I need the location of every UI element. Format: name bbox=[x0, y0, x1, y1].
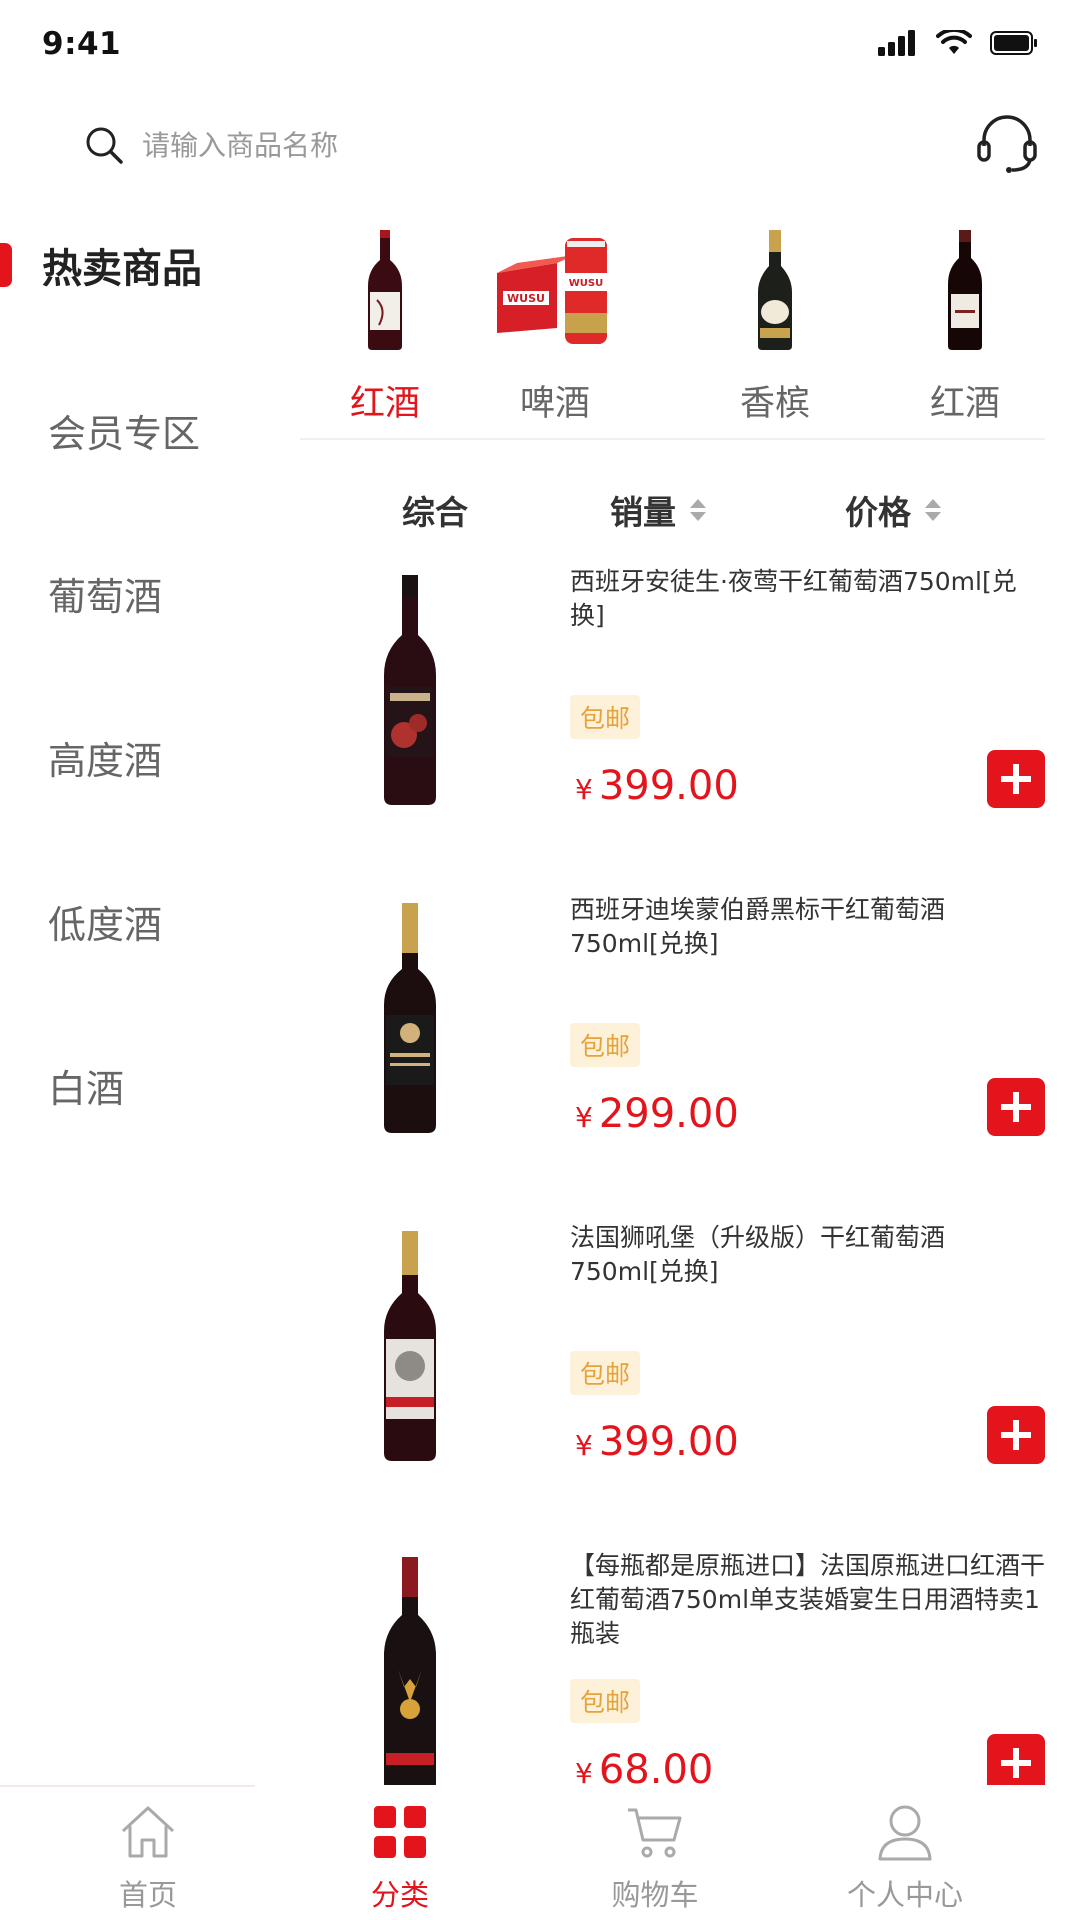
product-title: 法国狮吼堡（升级版）干红葡萄酒750ml[兑换] bbox=[570, 1223, 946, 1286]
category-sidebar: 热卖商品 会员专区 葡萄酒 高度酒 低度酒 白酒 bbox=[0, 200, 255, 1780]
plus-icon bbox=[1001, 764, 1031, 794]
beer-pack-icon: WUSU WUSU bbox=[470, 220, 640, 360]
subcategory-champagne[interactable]: 香槟 bbox=[690, 210, 860, 440]
sidebar-item-hot[interactable]: 热卖商品 bbox=[0, 200, 255, 330]
sort-arrows-icon bbox=[925, 499, 941, 521]
product-title: 西班牙迪埃蒙伯爵黑标干红葡萄酒750ml[兑换] bbox=[570, 895, 946, 958]
status-time: 9:41 bbox=[42, 26, 122, 62]
search-icon bbox=[86, 127, 123, 164]
subcategory-red-wine-2[interactable]: 红酒 bbox=[880, 210, 1050, 440]
customer-service-icon[interactable] bbox=[976, 112, 1038, 174]
svg-text:WUSU: WUSU bbox=[569, 278, 603, 289]
active-indicator bbox=[0, 243, 12, 287]
sidebar-item-label: 会员专区 bbox=[48, 411, 201, 456]
add-to-cart-button[interactable] bbox=[987, 1078, 1045, 1136]
plus-icon bbox=[1001, 1092, 1031, 1122]
sidebar-item-member[interactable]: 会员专区 bbox=[0, 365, 255, 495]
product-image bbox=[320, 1549, 500, 1785]
product-title: 西班牙安徒生·夜莺干红葡萄酒750ml[兑换] bbox=[570, 567, 1017, 630]
plus-icon bbox=[1001, 1748, 1031, 1778]
sidebar-item-high-proof[interactable]: 高度酒 bbox=[0, 692, 255, 822]
sort-general-button[interactable]: 综合 bbox=[402, 480, 468, 540]
subcategory-label: 啤酒 bbox=[519, 384, 590, 424]
product-image bbox=[320, 893, 500, 1143]
free-shipping-badge: 包邮 bbox=[570, 1023, 641, 1067]
sidebar-item-label: 热卖商品 bbox=[42, 246, 202, 292]
sidebar-item-label: 高度酒 bbox=[48, 738, 163, 783]
price-value: 399.00 bbox=[598, 1419, 739, 1465]
subcategory-beer[interactable]: WUSU WUSU 啤酒 bbox=[470, 210, 640, 440]
home-icon bbox=[58, 1800, 238, 1864]
tab-label: 首页 bbox=[118, 1878, 177, 1912]
user-icon bbox=[815, 1800, 995, 1864]
sidebar-item-label: 白酒 bbox=[48, 1066, 125, 1111]
search-bar[interactable] bbox=[84, 115, 584, 175]
tab-profile[interactable]: 个人中心 bbox=[815, 1790, 995, 1920]
price-value: 399.00 bbox=[598, 763, 739, 809]
sidebar-item-baijiu[interactable]: 白酒 bbox=[0, 1020, 255, 1150]
product-card[interactable]: 西班牙迪埃蒙伯爵黑标干红葡萄酒750ml[兑换] 包邮 ¥299.00 bbox=[300, 893, 1045, 1203]
sidebar-item-label: 低度酒 bbox=[48, 902, 163, 947]
add-to-cart-button[interactable] bbox=[987, 1406, 1045, 1464]
product-price: ¥399.00 bbox=[575, 763, 739, 809]
champagne-bottle-icon bbox=[690, 220, 860, 360]
sidebar-item-label: 葡萄酒 bbox=[48, 574, 163, 619]
sort-bar: 综合 销量 价格 bbox=[300, 480, 1045, 540]
product-list: 西班牙安徒生·夜莺干红葡萄酒750ml[兑换] 包邮 ¥399.00 西班牙迪埃… bbox=[300, 565, 1045, 1785]
cart-icon bbox=[565, 1800, 745, 1864]
subcategory-red-wine[interactable]: 红酒 bbox=[300, 210, 470, 440]
sort-price-button[interactable]: 价格 bbox=[845, 480, 941, 540]
price-value: 299.00 bbox=[598, 1091, 739, 1137]
product-price: ¥399.00 bbox=[575, 1419, 739, 1465]
product-price: ¥68.00 bbox=[575, 1747, 713, 1785]
product-card[interactable]: 【每瓶都是原瓶进口】法国原瓶进口红酒干红葡萄酒750ml单支装婚宴生日用酒特卖1… bbox=[300, 1549, 1045, 1785]
product-image bbox=[320, 565, 500, 815]
subcategory-label: 红酒 bbox=[929, 384, 1000, 424]
currency-symbol: ¥ bbox=[575, 773, 593, 806]
tab-home[interactable]: 首页 bbox=[58, 1790, 238, 1920]
status-icons bbox=[878, 30, 1038, 56]
product-title: 【每瓶都是原瓶进口】法国原瓶进口红酒干红葡萄酒750ml单支装婚宴生日用酒特卖1… bbox=[570, 1551, 1045, 1648]
tab-category[interactable]: 分类 bbox=[310, 1790, 490, 1920]
product-card[interactable]: 法国狮吼堡（升级版）干红葡萄酒750ml[兑换] 包邮 ¥399.00 bbox=[300, 1221, 1045, 1531]
red-wine-bottle-icon bbox=[300, 220, 470, 360]
currency-symbol: ¥ bbox=[575, 1757, 593, 1785]
currency-symbol: ¥ bbox=[575, 1101, 593, 1134]
free-shipping-badge: 包邮 bbox=[570, 695, 641, 739]
currency-symbol: ¥ bbox=[575, 1429, 593, 1462]
subcategory-label: 红酒 bbox=[349, 384, 420, 424]
tab-label: 分类 bbox=[370, 1878, 429, 1912]
signal-icon bbox=[878, 30, 915, 56]
sort-arrows-icon bbox=[690, 499, 706, 521]
tab-label: 个人中心 bbox=[846, 1878, 963, 1912]
status-bar: 9:41 bbox=[0, 0, 1080, 90]
wifi-icon bbox=[936, 30, 972, 54]
bottom-tab-bar: 首页 分类 购物车 个人中心 bbox=[0, 1790, 1080, 1920]
red-wine-bottle-icon bbox=[880, 220, 1050, 360]
tab-cart[interactable]: 购物车 bbox=[565, 1790, 745, 1920]
subcategory-label: 香槟 bbox=[739, 384, 810, 424]
sidebar-item-low-proof[interactable]: 低度酒 bbox=[0, 856, 255, 986]
free-shipping-badge: 包邮 bbox=[570, 1679, 641, 1723]
sort-sales-button[interactable]: 销量 bbox=[610, 480, 706, 540]
plus-icon bbox=[1001, 1420, 1031, 1450]
battery-icon bbox=[990, 31, 1037, 55]
divider bbox=[0, 1785, 255, 1787]
price-value: 68.00 bbox=[598, 1747, 714, 1785]
product-image bbox=[320, 1221, 500, 1471]
subcategory-strip: 红酒 WUSU WUSU 啤酒 香槟 红酒 bbox=[300, 210, 1045, 440]
category-grid-icon bbox=[310, 1800, 490, 1864]
tab-label: 购物车 bbox=[611, 1878, 699, 1912]
sort-sales-label: 销量 bbox=[610, 493, 676, 532]
svg-text:WUSU: WUSU bbox=[507, 292, 545, 305]
product-price: ¥299.00 bbox=[575, 1091, 739, 1137]
product-card[interactable]: 西班牙安徒生·夜莺干红葡萄酒750ml[兑换] 包邮 ¥399.00 bbox=[300, 565, 1045, 875]
add-to-cart-button[interactable] bbox=[987, 1734, 1045, 1785]
sort-general-label: 综合 bbox=[402, 493, 468, 532]
search-input[interactable] bbox=[142, 128, 542, 162]
add-to-cart-button[interactable] bbox=[987, 750, 1045, 808]
sidebar-item-wine[interactable]: 葡萄酒 bbox=[0, 528, 255, 658]
free-shipping-badge: 包邮 bbox=[570, 1351, 641, 1395]
sort-price-label: 价格 bbox=[845, 493, 911, 532]
